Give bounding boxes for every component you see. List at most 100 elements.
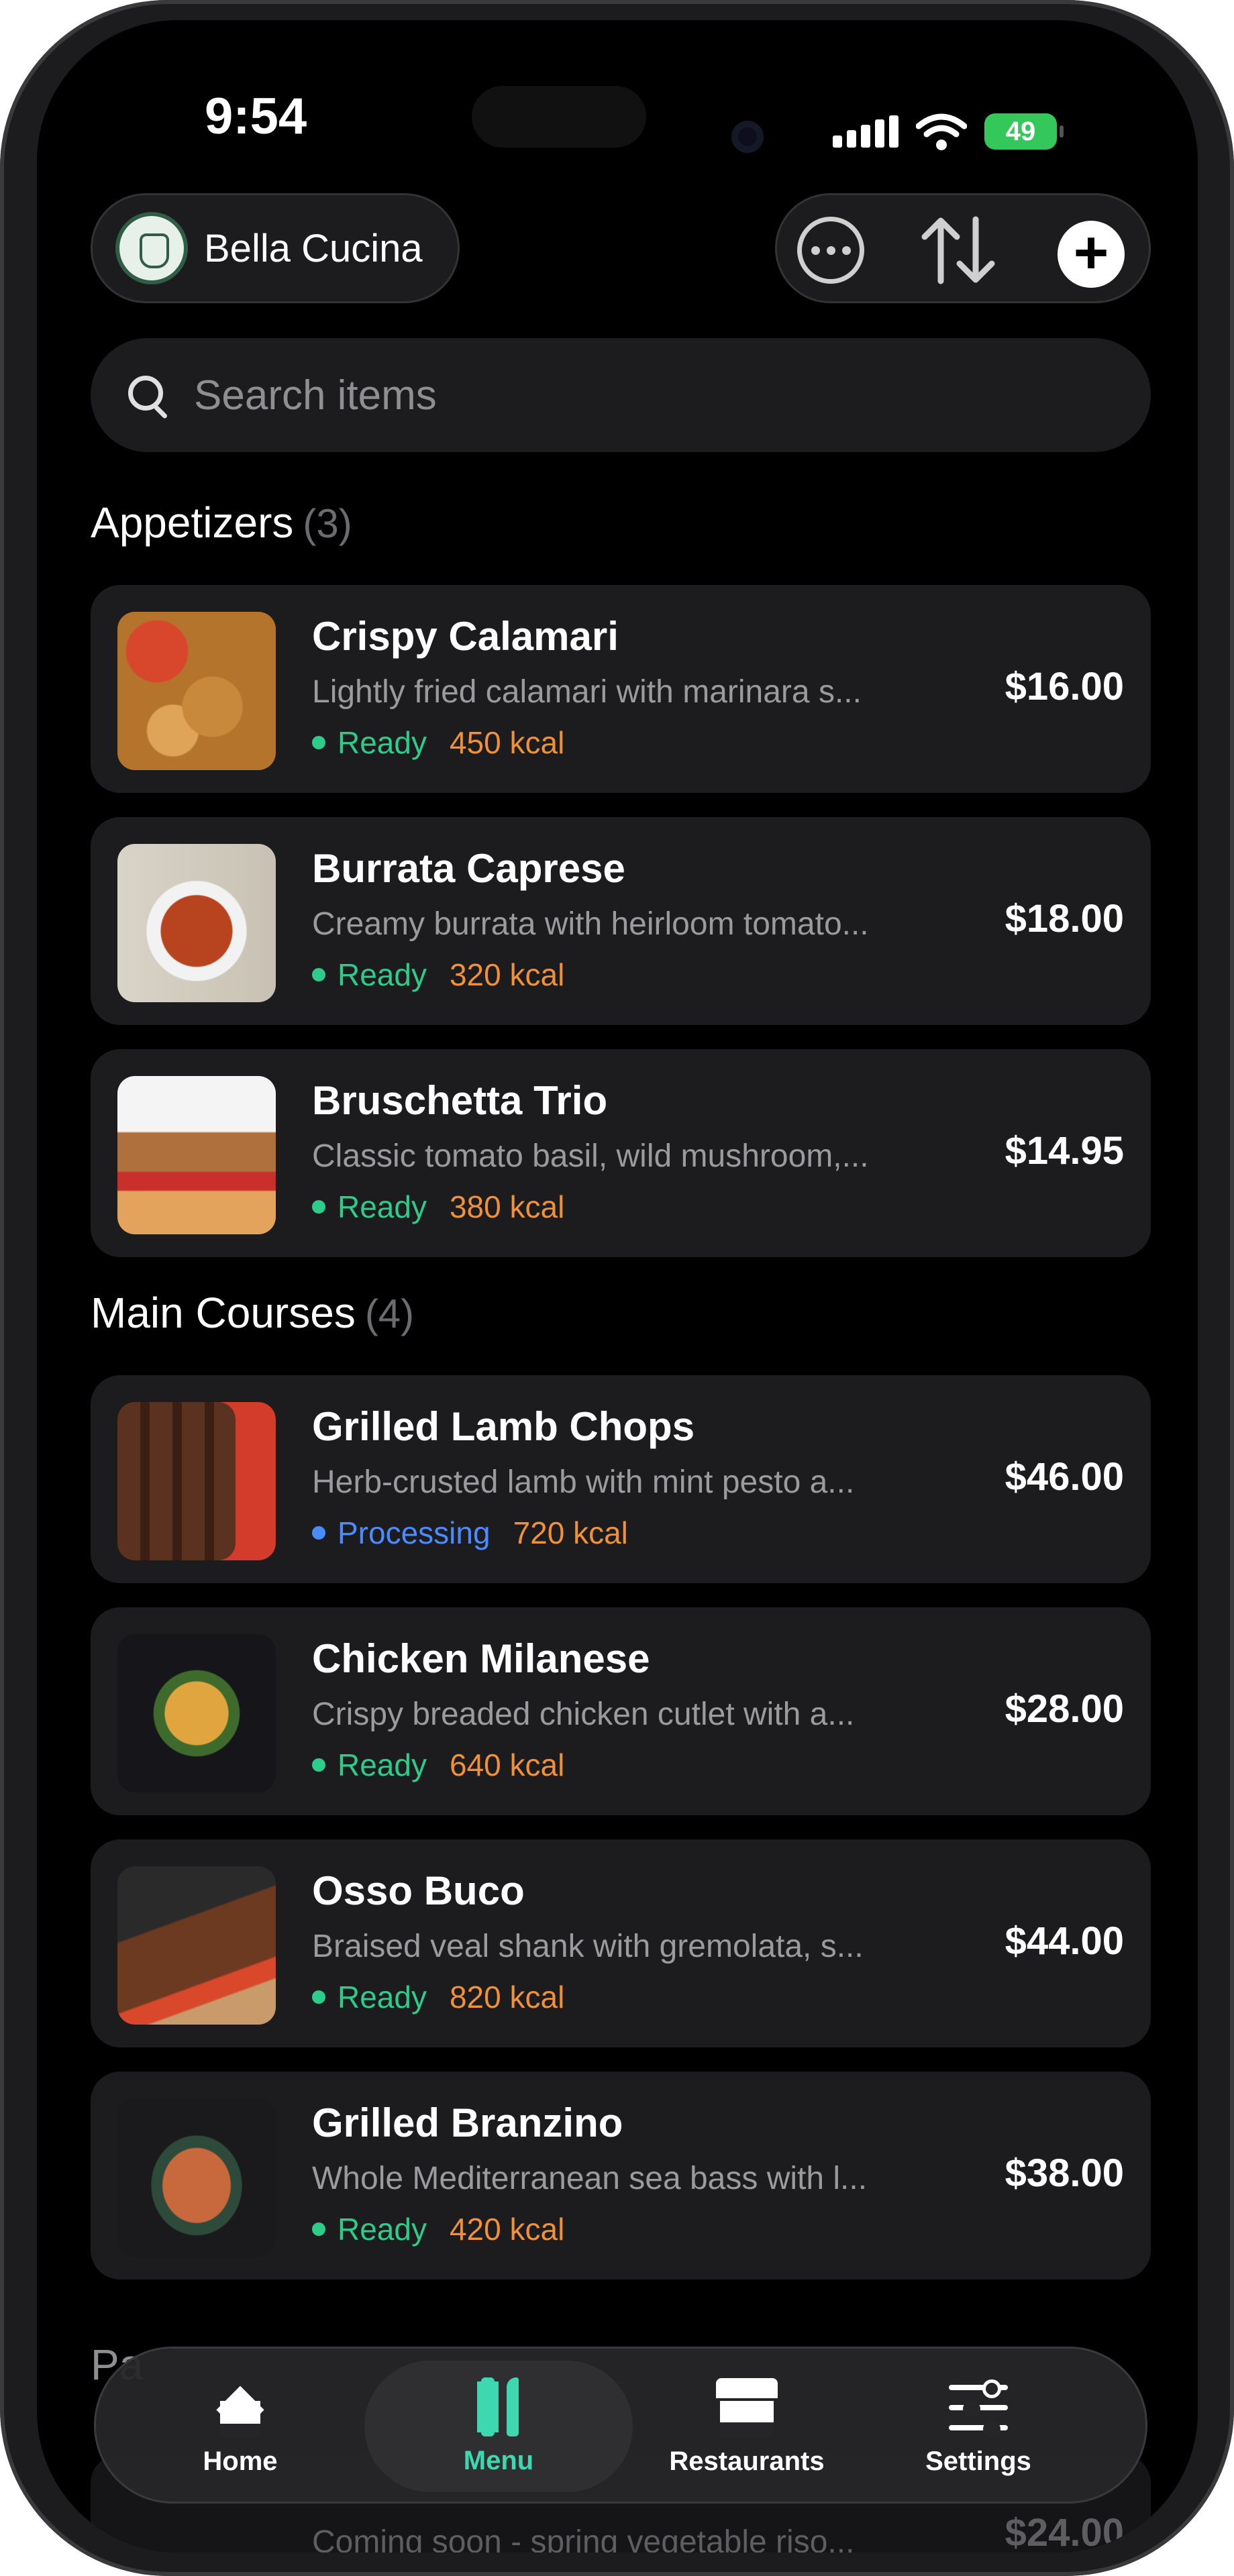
item-description: Braised veal shank with gremolata, s... xyxy=(312,1929,864,1964)
item-meta: Ready 450 kcal xyxy=(312,724,564,761)
tab-bar: Home Menu Restaurants Settings xyxy=(94,2347,1147,2504)
item-status: Ready xyxy=(338,1980,427,2015)
item-kcal: 820 kcal xyxy=(449,1980,565,2015)
status-icons: 49 xyxy=(833,113,1064,150)
item-meta: Ready 380 kcal xyxy=(312,1189,564,1225)
sliders-icon xyxy=(945,2378,1012,2437)
item-price: $38.00 xyxy=(1005,2151,1124,2195)
fork-knife-icon xyxy=(465,2377,532,2436)
storefront-icon xyxy=(713,2377,780,2437)
item-price: $24.00 xyxy=(1005,2511,1124,2553)
item-price: $14.95 xyxy=(1005,1129,1124,1173)
item-name: Grilled Branzino xyxy=(312,2100,623,2145)
tab-settings[interactable]: Settings xyxy=(868,2349,1089,2506)
item-meta: Ready 820 kcal xyxy=(312,1979,564,2015)
item-name: Bruschetta Trio xyxy=(312,1078,608,1123)
camera-icon xyxy=(731,121,764,153)
sort-icon[interactable] xyxy=(918,214,998,286)
item-description: Creamy burrata with heirloom tomato... xyxy=(312,906,869,942)
item-meta: Ready 320 kcal xyxy=(312,957,564,993)
dynamic-island xyxy=(472,86,646,148)
status-dot-icon xyxy=(312,968,325,981)
menu-item-card[interactable]: Osso Buco Braised veal shank with gremol… xyxy=(91,1839,1151,2047)
menu-item-card[interactable]: Grilled Branzino Whole Mediterranean sea… xyxy=(91,2072,1151,2279)
cellular-signal-icon xyxy=(833,115,898,148)
status-time: 9:54 xyxy=(205,88,307,145)
item-kcal: 720 kcal xyxy=(513,1515,628,1550)
status-dot-icon xyxy=(312,1758,325,1772)
status-dot-icon xyxy=(312,1526,325,1540)
tab-menu[interactable]: Menu xyxy=(364,2361,633,2492)
item-status: Ready xyxy=(338,1748,427,1782)
tab-label: Restaurants xyxy=(669,2446,825,2476)
item-meta: Ready 640 kcal xyxy=(312,1747,564,1783)
search-icon xyxy=(128,376,167,415)
item-photo xyxy=(117,1076,276,1234)
section-header-main-courses: Main Courses (4) xyxy=(91,1288,414,1338)
section-title: Main Courses xyxy=(91,1289,356,1337)
item-kcal: 450 kcal xyxy=(449,725,565,760)
status-dot-icon xyxy=(312,1990,325,2004)
more-options-button[interactable] xyxy=(797,217,864,284)
menu-item-card[interactable]: Bruschetta Trio Classic tomato basil, wi… xyxy=(91,1049,1151,1257)
header-actions: + xyxy=(775,193,1151,303)
item-description: Coming soon - spring vegetable riso... xyxy=(312,2524,855,2553)
item-photo xyxy=(117,2098,276,2257)
tab-label: Home xyxy=(203,2446,278,2476)
item-name: Chicken Milanese xyxy=(312,1636,650,1681)
item-status: Ready xyxy=(338,1189,427,1224)
restaurant-logo xyxy=(115,212,188,284)
battery-level: 49 xyxy=(1005,116,1036,146)
item-description: Whole Mediterranean sea bass with l... xyxy=(312,2161,868,2196)
item-photo xyxy=(117,1634,276,1792)
item-meta: Ready 420 kcal xyxy=(312,2211,564,2247)
battery-icon: 49 xyxy=(984,113,1064,150)
restaurant-selector[interactable]: Bella Cucina xyxy=(91,193,460,303)
wifi-icon xyxy=(916,113,967,150)
item-photo xyxy=(117,1402,276,1560)
section-header-appetizers: Appetizers (3) xyxy=(91,498,352,547)
menu-item-card[interactable]: Crispy Calamari Lightly fried calamari w… xyxy=(91,585,1151,793)
item-status: Processing xyxy=(338,1515,491,1550)
item-name: Grilled Lamb Chops xyxy=(312,1404,695,1449)
tab-home[interactable]: Home xyxy=(130,2349,351,2506)
item-status: Ready xyxy=(338,957,427,992)
menu-item-card[interactable]: Chicken Milanese Crispy breaded chicken … xyxy=(91,1607,1151,1815)
item-meta: Processing 720 kcal xyxy=(312,1515,628,1551)
item-price: $18.00 xyxy=(1005,897,1124,941)
phone-frame: 9:54 49 Bella Cucina + Appetizers(3) xyxy=(0,0,1234,2576)
item-name: Osso Buco xyxy=(312,1868,525,1913)
item-price: $46.00 xyxy=(1005,1455,1124,1499)
search-bar[interactable] xyxy=(91,338,1151,452)
tab-label: Settings xyxy=(925,2446,1031,2476)
item-kcal: 640 kcal xyxy=(449,1748,565,1782)
search-input[interactable] xyxy=(193,370,1068,420)
item-kcal: 320 kcal xyxy=(449,957,565,992)
menu-item-card[interactable]: Grilled Lamb Chops Herb-crusted lamb wit… xyxy=(91,1375,1151,1583)
section-count: (4) xyxy=(364,1291,415,1336)
item-status: Ready xyxy=(338,725,427,760)
item-photo xyxy=(117,844,276,1002)
item-description: Herb-crusted lamb with mint pesto a... xyxy=(312,1464,855,1500)
status-dot-icon xyxy=(312,2222,325,2236)
menu-item-card[interactable]: Burrata Caprese Creamy burrata with heir… xyxy=(91,817,1151,1025)
tab-label: Menu xyxy=(463,2445,534,2475)
item-photo xyxy=(117,612,276,770)
item-description: Lightly fried calamari with marinara s..… xyxy=(312,674,862,710)
item-price: $16.00 xyxy=(1005,665,1124,708)
section-title: Appetizers xyxy=(91,498,294,547)
item-description: Crispy breaded chicken cutlet with a... xyxy=(312,1697,855,1732)
item-kcal: 380 kcal xyxy=(449,1189,565,1224)
item-photo xyxy=(117,1866,276,2025)
item-kcal: 420 kcal xyxy=(449,2212,565,2247)
section-count: (3) xyxy=(303,501,352,546)
item-price: $44.00 xyxy=(1005,1919,1124,1963)
add-item-button[interactable]: + xyxy=(1058,221,1125,288)
item-status: Ready xyxy=(338,2212,427,2247)
status-dot-icon xyxy=(312,1200,325,1214)
tab-restaurants[interactable]: Restaurants xyxy=(619,2349,874,2506)
item-price: $28.00 xyxy=(1005,1687,1124,1731)
item-name: Burrata Caprese xyxy=(312,846,625,891)
home-icon xyxy=(207,2378,274,2437)
status-dot-icon xyxy=(312,736,325,749)
